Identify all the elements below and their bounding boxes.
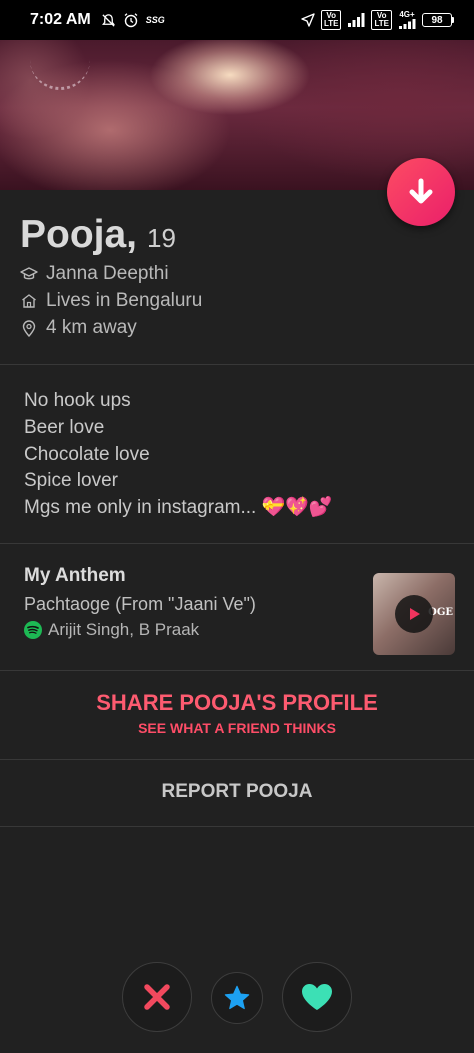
volte-badge-2: Vo LTE — [371, 10, 392, 30]
bio-line: No hook ups — [24, 390, 131, 411]
battery-indicator: 98 — [422, 13, 454, 27]
divider — [0, 364, 474, 365]
profile-age: 19 — [147, 223, 176, 253]
share-profile-button[interactable]: SHARE POOJA'S PROFILE — [0, 690, 474, 716]
distance-text: 4 km away — [46, 317, 137, 338]
volte-badge: Vo LTE — [320, 10, 342, 30]
like-button[interactable] — [282, 962, 352, 1032]
city-text: Lives in Bengaluru — [46, 290, 203, 311]
profile-name: Pooja, — [20, 213, 138, 256]
status-right-icons: Vo LTE Vo LTE 4G+ 98 — [301, 10, 454, 30]
anthem-artist-row: Arijit Singh, B Praak — [24, 620, 199, 640]
battery-level: 98 — [422, 13, 452, 27]
bio-line: Beer love — [24, 416, 105, 438]
battery-tip — [452, 17, 454, 23]
home-icon — [20, 292, 38, 310]
divider — [0, 826, 474, 827]
super-like-button[interactable] — [211, 972, 263, 1024]
report-button[interactable]: REPORT POOJA — [0, 781, 474, 803]
star-icon — [224, 985, 250, 1010]
name-row: Pooja, 19 — [20, 213, 176, 257]
location-pin-icon — [20, 319, 38, 337]
ssg-indicator: SSG — [145, 15, 165, 25]
close-icon — [144, 984, 170, 1010]
bio-line: Mgs me only in instagram... — [24, 497, 257, 519]
school-text: Janna Deepthi — [46, 263, 169, 284]
nope-button[interactable] — [122, 962, 192, 1032]
bell-muted-icon — [101, 13, 115, 27]
play-icon — [410, 608, 420, 620]
signal-icon — [348, 13, 365, 27]
network-type: 4G+ — [399, 10, 415, 19]
album-art[interactable]: OGE — [373, 573, 455, 655]
status-bar: 7:02 AM SSG Vo LTE Vo LTE 4G+ 98 — [0, 0, 474, 40]
divider — [0, 759, 474, 760]
bio-line: Spice lover — [24, 470, 118, 492]
graduation-cap-icon — [20, 265, 38, 283]
anthem-section-title: My Anthem — [24, 565, 126, 586]
photo-detail — [30, 60, 90, 90]
anthem-song-title: Pachtaoge (From "Jaani Ve") — [24, 594, 256, 614]
divider — [0, 670, 474, 671]
spotify-icon — [24, 621, 42, 639]
status-left-icons: SSG — [101, 12, 165, 28]
bio-emojis: 💝💖💕 — [261, 497, 333, 519]
play-button[interactable] — [395, 595, 433, 633]
status-time: 7:02 AM — [30, 11, 91, 28]
arrow-down-icon — [409, 178, 433, 204]
bio-line: Chocolate love — [24, 443, 150, 465]
alarm-icon — [124, 13, 138, 28]
network-indicator: 4G+ — [398, 11, 416, 29]
info-distance: 4 km away — [20, 317, 137, 339]
divider — [0, 543, 474, 544]
heart-icon — [302, 984, 332, 1010]
info-city: Lives in Bengaluru — [20, 290, 202, 312]
anthem-artists: Arijit Singh, B Praak — [48, 620, 200, 639]
info-school: Janna Deepthi — [20, 263, 169, 285]
location-arrow-icon — [301, 13, 315, 27]
bio: No hook ups Beer love Chocolate love Spi… — [24, 388, 333, 522]
collapse-profile-button[interactable] — [387, 158, 455, 226]
signal-icon-2 — [399, 19, 416, 29]
share-profile-subtitle[interactable]: SEE WHAT A FRIEND THINKS — [0, 720, 474, 736]
bio-line-last: Mgs me only in instagram... 💝💖💕 — [24, 495, 333, 522]
